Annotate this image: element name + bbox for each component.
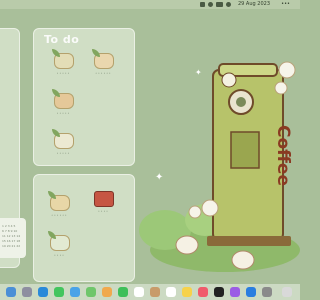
sparkle-icon: ✦ [155,172,163,183]
cat-sticker-icon[interactable]: • • • • • [52,49,74,75]
machine-base [207,236,291,246]
wifi-icon[interactable] [208,2,213,7]
trash-icon[interactable] [282,287,292,297]
icon-label: • • • • [98,209,108,213]
menu-date[interactable]: 29 Aug 2023 [238,0,270,9]
icon-label: • • • • [54,253,64,257]
icon-label: • • • • • [56,151,70,155]
machine-text: Coffee [273,125,293,186]
appstore-icon[interactable] [246,287,256,297]
bunny-figure [175,235,199,255]
calendar-days: 1 2 3 4 5 6 7 8 9 10 11 12 13 14 15 16 1… [2,224,20,249]
white-flower [201,199,219,217]
icon-label: • • • • • • [51,213,67,217]
menu-time[interactable]: ••• [281,0,290,9]
safari-icon[interactable] [38,287,48,297]
todo-folder-panel: To do • • • • • • • • • • • • • • • • • … [33,28,135,166]
white-flower [188,205,202,219]
folder-title: To do [44,33,80,46]
search-icon[interactable] [226,2,231,7]
control-icon[interactable] [200,2,205,7]
reminders-icon[interactable] [166,287,176,297]
widgets-folder-panel: • • • • • • • • • • • • • • [33,174,135,282]
sleeping-cat [221,72,237,88]
bunny-figure [231,250,255,270]
calendar-widget[interactable]: 1 2 3 4 5 6 7 8 9 10 11 12 13 14 15 16 1… [0,218,26,258]
settings-icon[interactable] [262,287,272,297]
photos-icon[interactable] [102,287,112,297]
podcasts-icon[interactable] [230,287,240,297]
tv-icon[interactable] [214,287,224,297]
icon-label: • • • • • [56,111,70,115]
music-icon[interactable] [198,287,208,297]
bunny-sticker-icon[interactable]: • • • • • [52,129,74,155]
white-flower [278,61,296,79]
icon-label: • • • • • [56,71,70,75]
menu-bar: 29 Aug 2023 ••• [0,0,300,9]
battery-icon[interactable] [216,2,223,7]
shiba-sticker-icon[interactable]: • • • • • • [92,49,114,75]
gauge-center [236,97,246,107]
maps-icon[interactable] [86,287,96,297]
notes-icon[interactable] [182,287,192,297]
mail-icon[interactable] [70,287,80,297]
flower-cat-icon[interactable]: • • • • • • [48,191,70,217]
sparkle-icon: ✦ [195,68,202,77]
fox-sticker-icon[interactable]: • • • • • [52,89,74,115]
sprout-icon[interactable]: • • • • [48,231,70,257]
calendar-row: 19 20 21 22 [2,244,21,248]
contacts-icon[interactable] [150,287,160,297]
icon-label: • • • • • • [95,71,111,75]
white-flower [274,81,288,95]
calendar-icon[interactable] [134,287,144,297]
facetime-icon[interactable] [118,287,128,297]
messages-icon[interactable] [54,287,64,297]
coffee-machine-illustration: Coffee ✦ ✦ [139,61,300,272]
brew-chamber [230,131,260,169]
finder-icon[interactable] [6,287,16,297]
launchpad-icon[interactable] [22,287,32,297]
dock [0,284,300,300]
coffee-cup-icon[interactable]: • • • • [92,187,114,213]
